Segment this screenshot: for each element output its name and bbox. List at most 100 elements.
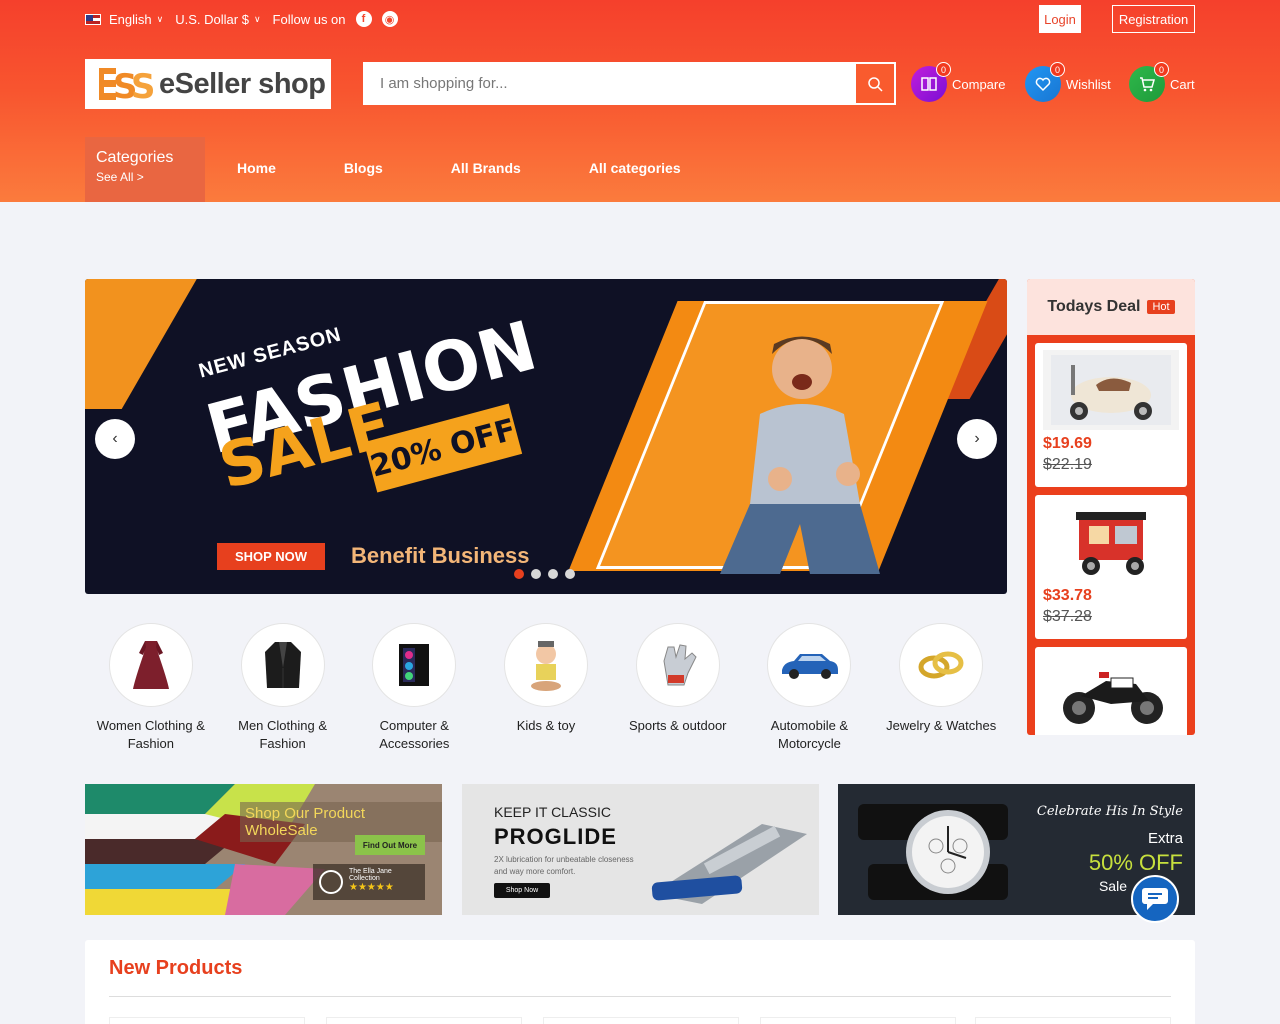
currency-label: U.S. Dollar $ [175,11,249,27]
slider-dot[interactable] [531,569,541,579]
banner-kicker: KEEP IT CLASSIC [494,804,611,820]
category-item[interactable]: Computer & Accessories [348,623,480,753]
section-divider [109,996,1171,997]
brand-logo-icon [319,870,343,894]
product-card[interactable] [975,1017,1171,1024]
product-card[interactable] [109,1017,305,1024]
compare-label: Compare [952,76,1006,92]
wholesale-banner[interactable]: Shop Our Product WholeSale Find Out More… [85,784,442,915]
follow-label: Follow us on [272,11,346,27]
search-input[interactable] [365,64,856,103]
kid-toy-icon [504,623,589,707]
banner-sale: Sale [1098,878,1127,894]
todays-deal-header: Todays Deal Hot [1027,279,1195,335]
product-card[interactable] [326,1017,522,1024]
main-nav: Home Blogs All Brands All categories [237,160,749,176]
category-strip: Women Clothing & Fashion Men Clothing & … [85,623,1007,753]
categories-title: Categories [96,149,174,166]
slider-next-button[interactable]: › [957,419,997,459]
deal-card[interactable] [1035,647,1187,735]
cart-label: Cart [1170,76,1195,92]
follow-us: Follow us on f ◉ [273,11,398,27]
category-item[interactable]: Women Clothing & Fashion [85,623,217,753]
shop-now-button[interactable]: Shop Now [494,883,550,898]
category-item[interactable]: Men Clothing & Fashion [217,623,349,753]
deal-old-price: $37.28 [1043,608,1092,625]
us-flag-icon [85,13,101,25]
rings-icon [899,623,984,707]
deal-card[interactable]: $33.78 $37.28 [1035,495,1187,639]
glove-icon [635,623,720,707]
instagram-icon[interactable]: ◉ [381,11,398,27]
compare-icon: 0 [911,62,951,102]
category-label: Men Clothing & Fashion [238,718,328,751]
category-label: Jewelry & Watches [886,718,997,733]
scooter-toy-image [1043,350,1179,430]
nav-blogs[interactable]: Blogs [344,160,383,176]
hot-badge: Hot [1147,300,1175,314]
categories-menu[interactable]: Categories See All > [85,137,205,202]
chevron-right-icon: › [974,430,980,447]
category-item[interactable]: Automobile & Motorcycle [744,623,876,753]
category-item[interactable]: Kids & toy [480,623,612,753]
facebook-icon[interactable]: f [355,11,372,27]
top-bar: English ∨ U.S. Dollar $ ∨ Follow us on f… [85,8,410,30]
slider-dots [514,569,582,579]
new-products-section: New Products [85,940,1195,1024]
product-card[interactable] [543,1017,739,1024]
section-title: New Products [109,957,243,979]
shop-now-button[interactable]: SHOP NOW [217,543,325,570]
deal-price: $19.69 [1043,435,1092,452]
site-logo[interactable]: S S eSeller shop [85,59,331,109]
jacket-icon [240,623,325,707]
chat-icon [1142,888,1168,910]
banner-text: 2X lubrication for unbeatable closeness [494,855,634,864]
banner-script: Celebrate His In Style [1036,804,1183,819]
cart-count: 0 [1154,62,1169,77]
proglide-banner[interactable]: KEEP IT CLASSIC PROGLIDE 2X lubrication … [462,784,819,915]
banner-extra: Extra [1147,830,1183,847]
slider-prev-button[interactable]: ‹ [95,419,135,459]
hero-slider[interactable]: NEW SEASON FASHION SALE 20% OFF SHOP NOW… [85,279,1007,594]
chat-button[interactable] [1131,875,1179,923]
motorbike-toy-image [1043,654,1179,734]
tuktuk-toy-image [1043,502,1179,582]
nav-home[interactable]: Home [237,160,276,176]
slider-dot[interactable] [514,569,524,579]
product-card[interactable] [760,1017,956,1024]
nav-all-brands[interactable]: All Brands [451,160,521,176]
login-button[interactable]: Login [1039,5,1081,33]
cart-link[interactable]: 0 Cart [1129,62,1195,102]
chevron-left-icon: ‹ [112,430,118,447]
compare-link[interactable]: 0 Compare [911,62,1006,102]
currency-selector[interactable]: U.S. Dollar $ ∨ [175,12,260,27]
wishlist-count: 0 [1050,62,1065,77]
language-selector[interactable]: English ∨ [85,12,163,27]
banner-text: and way more comfort. [494,867,576,876]
svg-text:S: S [131,67,153,103]
registration-button[interactable]: Registration [1112,5,1195,33]
deal-card[interactable]: $19.69 $22.19 [1035,343,1187,487]
category-label: Automobile & Motorcycle [770,718,849,751]
deal-price: $33.78 [1043,587,1092,604]
wishlist-icon: 0 [1025,62,1065,102]
search-button[interactable] [856,64,894,103]
pc-case-icon [372,623,457,707]
slide-tagline: Benefit Business [351,543,530,568]
nav-all-categories[interactable]: All categories [589,160,681,176]
car-icon [767,623,852,707]
find-out-more-button[interactable]: Find Out More [355,835,425,855]
category-label: Sports & outdoor [628,718,727,733]
slider-dot[interactable] [548,569,558,579]
category-label: Computer & Accessories [379,718,450,751]
category-label: Kids & toy [516,718,576,733]
language-label: English [109,11,152,27]
chevron-down-icon: ∨ [253,13,261,24]
category-item[interactable]: Jewelry & Watches [875,623,1007,753]
see-all-link[interactable]: See All > [96,170,194,184]
wishlist-link[interactable]: 0 Wishlist [1025,62,1111,102]
compare-count: 0 [936,62,951,77]
category-item[interactable]: Sports & outdoor [612,623,744,753]
dress-icon [108,623,193,707]
slider-dot[interactable] [565,569,575,579]
